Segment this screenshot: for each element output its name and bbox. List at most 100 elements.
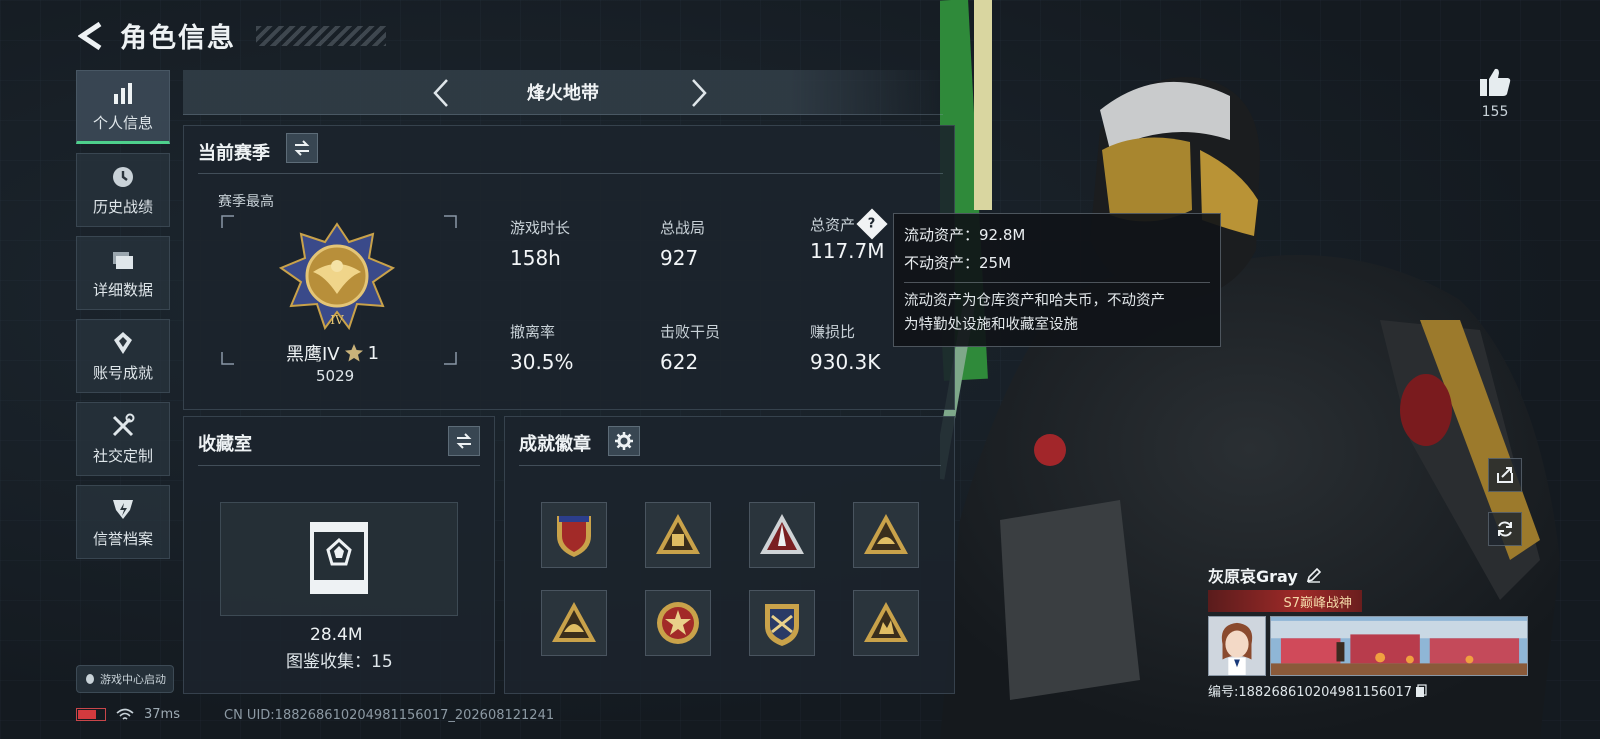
battery-icon [76, 708, 106, 721]
player-id-text: 编号:18826861020498115601​7 [1208, 685, 1413, 700]
share-button[interactable] [1488, 458, 1522, 492]
nav-item-credit[interactable]: 信誉档案 [76, 485, 170, 559]
nav-item-history[interactable]: 历史战绩 [76, 153, 170, 227]
stat-value: 622 [660, 350, 699, 374]
nav-item-achievements[interactable]: 账号成就 [76, 319, 170, 393]
copy-icon[interactable] [1415, 683, 1427, 698]
collection-count: 图鉴收集：15 [286, 652, 393, 672]
tooltip-description-line-2: 为特勤处设施和收藏室设施 [904, 317, 1078, 333]
qq-icon [86, 674, 94, 684]
black-hawk-rank-emblem-icon: IV [278, 222, 396, 331]
side-nav: 个人信息 历史战绩 详细数据 账号成就 社交定制 信誉档案 [76, 70, 170, 568]
nav-label: 详细数据 [92, 280, 153, 299]
rank-stars: 1 [367, 342, 380, 364]
stat-operators-defeated: 击败干员 622 [660, 321, 720, 374]
stat-label: 赚损比 [810, 323, 856, 341]
tooltip-liquid-assets: 流动资产：92.8M [904, 226, 1026, 244]
nav-label: 历史战绩 [92, 197, 153, 216]
nav-item-personal-info[interactable]: 个人信息 [76, 70, 170, 144]
tooltip-divider [904, 282, 1210, 283]
folder-icon [113, 251, 133, 269]
stat-label: 总资产 [810, 215, 856, 234]
badges-settings-button[interactable] [608, 426, 640, 456]
assets-tooltip: 流动资产：92.8M 不动资产：25M 流动资产为仓库资产和哈夫币，不动资产 为… [893, 213, 1221, 347]
badges-divider [519, 465, 941, 466]
page-title: 角色信息 [120, 23, 236, 54]
season-switch-button[interactable] [286, 133, 318, 163]
star-icon [344, 344, 363, 362]
nav-item-detailed-data[interactable]: 详细数据 [76, 236, 170, 310]
stat-label-row: 总资产 ? [810, 208, 888, 240]
nav-item-social[interactable]: 社交定制 [76, 402, 170, 476]
share-icon [1497, 467, 1513, 483]
badge-triangle-1[interactable] [645, 502, 711, 568]
game-center-label: 游戏中心启动 [100, 673, 166, 686]
badge-triangle-5[interactable] [853, 590, 919, 656]
thumbs-up-icon [1480, 68, 1511, 96]
like-count: 155 [1481, 104, 1509, 120]
stat-label: 总战局 [660, 219, 706, 237]
back-arrow-icon[interactable] [78, 21, 104, 51]
mode-selector: 烽火地带 [183, 70, 943, 115]
title-decoration [256, 25, 386, 46]
rank-name-text: 黑鹰IV [286, 344, 340, 365]
stat-extraction-rate: 撤离率 30.5% [510, 321, 574, 374]
player-banner[interactable] [1270, 616, 1528, 676]
achievement-icon [114, 331, 132, 354]
stat-label: 击败干员 [660, 323, 721, 341]
stat-total-matches: 总战局 927 [660, 217, 705, 270]
season-divider [198, 173, 943, 174]
avatar[interactable] [1208, 616, 1266, 676]
gear-icon [615, 432, 633, 450]
nav-label: 个人信息 [92, 113, 153, 132]
nav-label: 账号成就 [92, 363, 153, 382]
badge-crest[interactable] [749, 590, 815, 656]
stat-label: 游戏时长 [510, 219, 571, 237]
triangle-badge-icon [552, 602, 596, 642]
triangle-badge-icon [760, 514, 804, 554]
bar-chart-icon [114, 82, 132, 104]
triangle-badge-icon [656, 514, 700, 554]
prev-mode-arrow-icon[interactable] [427, 76, 457, 110]
player-name-row: 灰原哀Gray [1208, 563, 1322, 587]
credit-badge-icon [113, 499, 133, 519]
game-center-button[interactable]: 游戏中心启动 [76, 665, 174, 693]
shield-badge-icon [557, 516, 591, 557]
player-id: 编号:18826861020498115601​7 [1208, 681, 1427, 700]
stat-value: 927 [660, 246, 699, 270]
triangle-badge-icon [864, 602, 908, 642]
swap-icon [456, 433, 472, 449]
badge-shield[interactable] [541, 502, 607, 568]
player-name: 灰原哀Gray [1208, 567, 1298, 586]
star-badge-icon [657, 602, 699, 644]
stat-value: 930.3K [810, 350, 881, 374]
like-widget[interactable]: 155 [1472, 66, 1518, 120]
tools-icon [112, 413, 135, 436]
badge-triangle-3[interactable] [853, 502, 919, 568]
collection-divider [198, 465, 480, 466]
mode-name: 烽火地带 [527, 83, 599, 104]
swap-icon [294, 140, 310, 156]
collection-switch-button[interactable] [448, 426, 480, 456]
badges-panel-title: 成就徽章 [519, 434, 591, 455]
player-title-tag: S7巅峰战神 [1208, 590, 1362, 612]
badge-star[interactable] [645, 590, 711, 656]
badge-triangle-4[interactable] [541, 590, 607, 656]
header: 角色信息 [78, 16, 386, 55]
next-mode-arrow-icon[interactable] [683, 76, 713, 110]
crest-badge-icon [765, 604, 799, 646]
badge-triangle-2[interactable] [749, 502, 815, 568]
stat-value: 117.7M [810, 239, 885, 263]
edit-pencil-icon[interactable] [1306, 567, 1322, 583]
tooltip-description-line-1: 流动资产为仓库资产和哈夫币，不动资产 [904, 293, 1165, 309]
stat-profit-ratio: 赚损比 930.3K [810, 321, 880, 374]
collection-value: 28.4M [310, 625, 363, 645]
rank-score: 5029 [316, 367, 355, 385]
refresh-icon [1498, 521, 1512, 537]
tooltip-fixed-assets: 不动资产：25M [904, 254, 1012, 272]
refresh-button[interactable] [1488, 512, 1522, 546]
help-icon[interactable]: ? [856, 208, 888, 240]
stat-value: 158h [510, 246, 561, 270]
wifi-icon [116, 708, 134, 720]
status-bar: 37ms [76, 707, 180, 722]
